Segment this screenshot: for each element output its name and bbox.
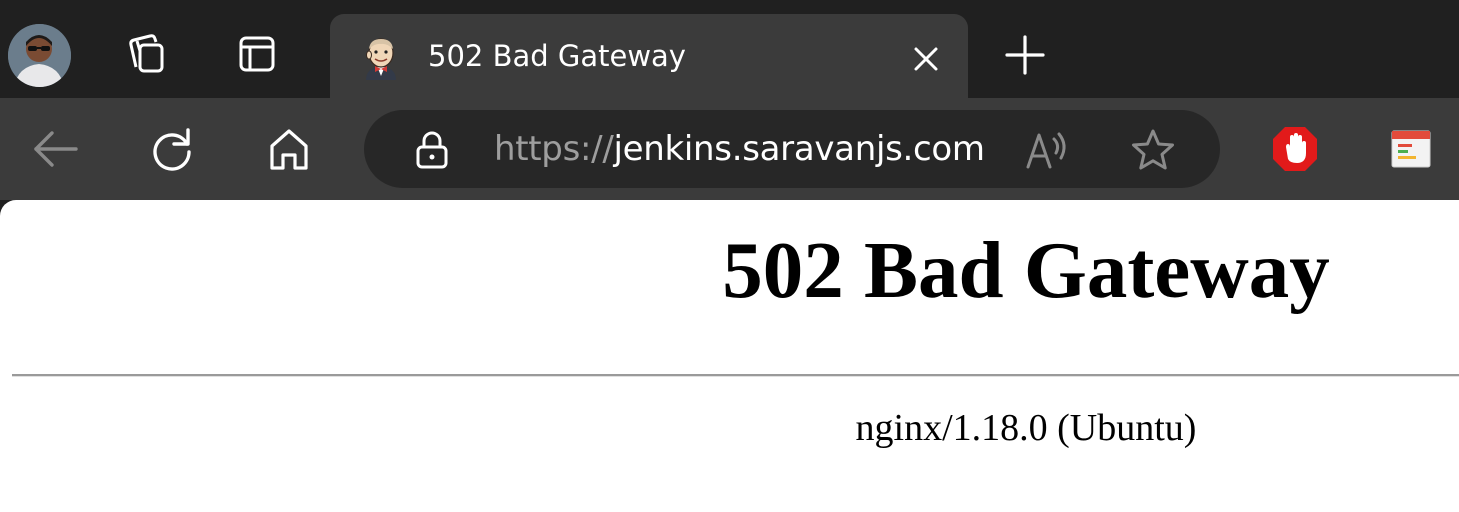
refresh-icon [153, 128, 191, 171]
tab-title: 502 Bad Gateway [428, 39, 686, 73]
tab-strip: 502 Bad Gateway [0, 0, 1459, 98]
plus-icon [1005, 35, 1045, 75]
home-button[interactable] [262, 122, 316, 176]
profile-avatar[interactable] [8, 24, 71, 87]
jenkins-butler-icon [360, 36, 402, 80]
tab-actions-button[interactable] [233, 30, 281, 78]
horizontal-rule [12, 374, 1459, 377]
address-bar[interactable]: https://jenkins.saravanjs.com [364, 110, 1220, 188]
favorite-button[interactable] [1130, 127, 1176, 173]
active-tab[interactable]: 502 Bad Gateway [330, 14, 968, 98]
tab-actions-icon [239, 36, 275, 72]
lock-icon[interactable] [412, 130, 452, 170]
adblock-extension-button[interactable] [1270, 124, 1320, 174]
extension-button[interactable] [1386, 124, 1436, 174]
url-scheme: https:// [494, 129, 614, 169]
adblock-hand-icon [1273, 127, 1317, 171]
server-signature: nginx/1.18.0 (Ubuntu) [855, 407, 1197, 449]
star-icon [1132, 129, 1174, 170]
new-tab-button[interactable] [1002, 32, 1048, 78]
page-viewport: 502 Bad Gateway nginx/1.18.0 (Ubuntu) [0, 200, 1459, 512]
back-arrow-icon [34, 131, 78, 167]
workspaces-button[interactable] [122, 30, 170, 78]
close-icon [914, 47, 938, 71]
error-heading: 502 Bad Gateway [722, 225, 1330, 315]
url-text[interactable]: https://jenkins.saravanjs.com [494, 127, 985, 171]
close-tab-button[interactable] [908, 41, 944, 77]
read-aloud-button[interactable] [1024, 127, 1070, 173]
extension-card-icon [1391, 130, 1431, 168]
back-button[interactable] [28, 122, 82, 176]
refresh-button[interactable] [145, 122, 199, 176]
url-host: jenkins.saravanjs.com [613, 129, 985, 169]
read-aloud-icon [1026, 132, 1066, 169]
workspaces-icon [129, 34, 164, 73]
navigation-toolbar: https://jenkins.saravanjs.com [0, 98, 1459, 200]
home-icon [270, 129, 308, 170]
